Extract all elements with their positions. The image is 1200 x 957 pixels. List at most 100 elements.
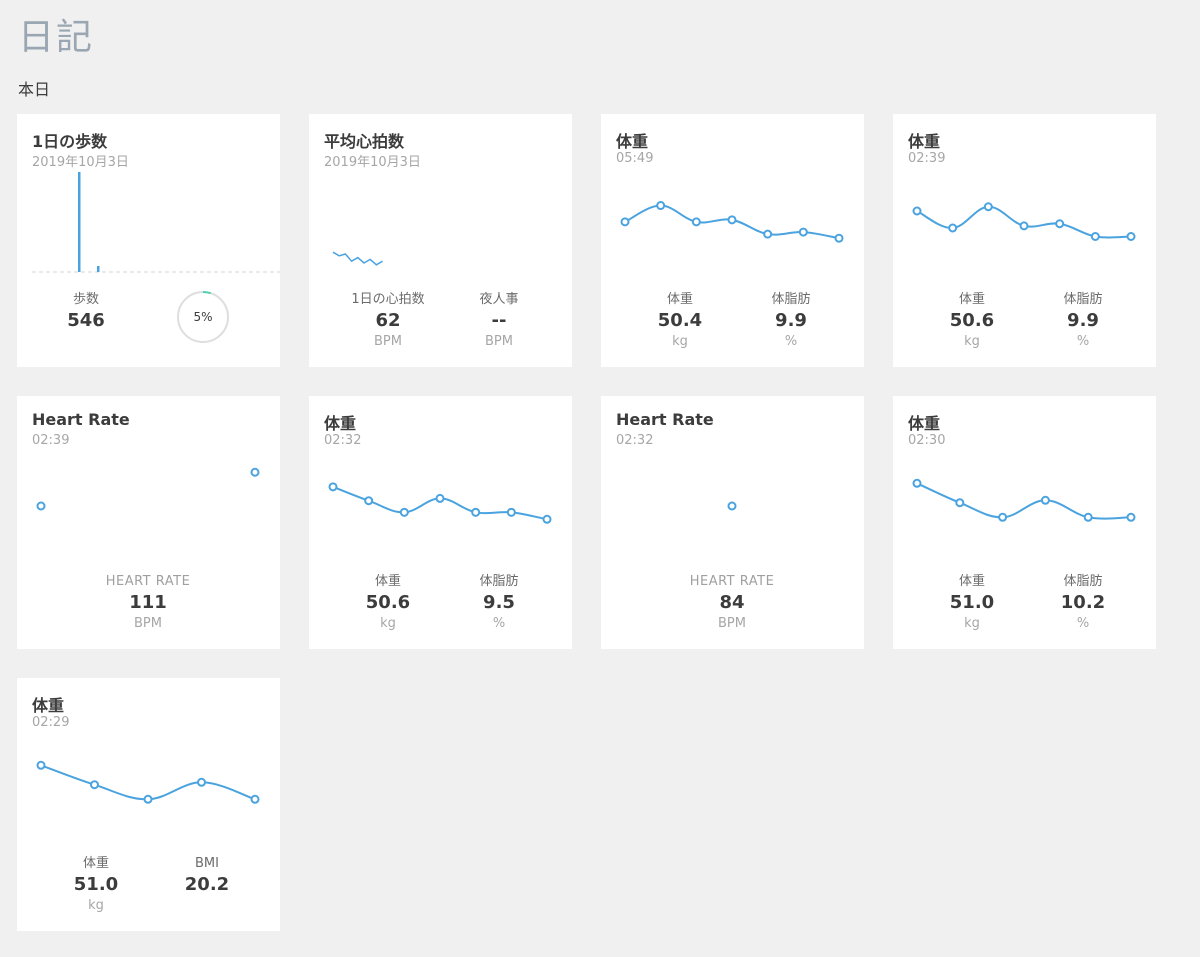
metric-unit: kg (672, 334, 688, 349)
card-title: 体重 (32, 696, 65, 715)
metric-value: 50.6 (365, 592, 411, 613)
heart-rate-line (332, 251, 383, 266)
weight-point (143, 794, 153, 804)
metric-unit: BPM (134, 616, 162, 631)
weight-point (1126, 232, 1136, 241)
metric-label: 体重 (666, 292, 693, 307)
card-weight[interactable]: 体重 02:39 体重 50.6 kg 体脂肪 9.9% (893, 114, 1156, 367)
weight-point (691, 217, 701, 227)
metric-unit: kg (380, 616, 396, 631)
card-chart (32, 172, 280, 273)
weight-point (399, 507, 409, 517)
metric: 体脂肪 10.2% (1023, 573, 1143, 633)
goal-percent: 5% (193, 310, 213, 324)
card-steps[interactable]: 1日の歩数 2019年10月3日 歩数 546 5% (17, 114, 280, 367)
card-subtitle: 02:29 (32, 715, 70, 730)
card-title: 体重 (324, 414, 357, 433)
metric-label: 体重 (374, 574, 401, 589)
weight-point (798, 227, 808, 237)
card-chart (620, 201, 844, 243)
weight-point (471, 507, 481, 517)
weight-point (656, 201, 666, 211)
weight-point (1055, 219, 1065, 229)
card-title: Heart Rate (32, 410, 130, 429)
metric-value: -- (491, 310, 507, 331)
card-title: 体重 (616, 132, 649, 151)
metric-label: 1日の心拍数 (351, 292, 425, 307)
weight-line (40, 764, 256, 801)
card-chart (332, 251, 383, 266)
weight-point (1019, 221, 1029, 231)
metric: 体脂肪 9.9% (731, 291, 851, 351)
metric: 夜人事 -- BPM (439, 291, 559, 351)
weight-point (912, 478, 922, 488)
card-chart (36, 467, 260, 511)
metric: 体重 50.4 kg (620, 291, 740, 351)
weight-point (542, 514, 552, 524)
card-weight-bmi[interactable]: 体重 02:29 体重 51.0 kg BMI 20.2 (17, 678, 280, 931)
metric-value: 9.9 (775, 310, 807, 331)
metric-unit: kg (88, 898, 104, 913)
weight-point (1090, 232, 1100, 241)
metric-label: 体脂肪 (771, 292, 811, 307)
metric: HEART RATE 111 BPM (88, 573, 208, 633)
metric-unit: % (492, 616, 506, 631)
metric-value: 546 (67, 310, 105, 331)
metric-value: 51.0 (949, 592, 995, 613)
weight-point (912, 206, 922, 216)
metric: HEART RATE 84 BPM (672, 573, 792, 633)
metric: 体重 51.0 kg (912, 573, 1032, 633)
card-heart-avg[interactable]: 平均心拍数 2019年10月3日 1日の心拍数 62 BPM 夜人事 -- BPM (309, 114, 572, 367)
metric-value: 84 (719, 592, 745, 613)
weight-point (983, 202, 993, 212)
weight-point (948, 223, 958, 233)
card-weight[interactable]: 体重 02:30 体重 51.0 kg 体脂肪 10.2% (893, 396, 1156, 649)
card-title: 1日の歩数 (32, 132, 108, 151)
metric: 歩数 546 (26, 291, 146, 333)
card-heart[interactable]: Heart Rate 02:39 HEART RATE 111 BPM (17, 396, 280, 649)
metric-label: 体重 (82, 856, 109, 871)
weight-point (955, 498, 965, 508)
weight-point (197, 777, 206, 787)
metric-value: 20.2 (184, 874, 230, 895)
metric: 体重 51.0 kg (36, 855, 156, 915)
card-subtitle: 02:39 (32, 433, 70, 448)
metric-unit: BPM (485, 334, 513, 349)
metric-label: 体脂肪 (1063, 292, 1103, 307)
card-chart (727, 501, 737, 511)
metric-label: 歩数 (72, 292, 99, 307)
metric: 1日の心拍数 62 BPM (328, 291, 448, 351)
metric-label: 体脂肪 (479, 574, 519, 589)
metric-value: 9.9 (1067, 310, 1099, 331)
card-weight[interactable]: 体重 05:49 体重 50.4 kg 体脂肪 9.9% (601, 114, 864, 367)
weight-point (90, 780, 99, 790)
metric-label: 体重 (958, 574, 985, 589)
card-weight[interactable]: 体重 02:32 体重 50.6 kg 体脂肪 9.5% (309, 396, 572, 649)
steps-bar (97, 266, 100, 272)
weight-line (916, 482, 1132, 520)
heart-rate-point (250, 467, 260, 477)
metric: 体脂肪 9.9% (1023, 291, 1143, 351)
card-subtitle: 02:30 (908, 433, 946, 448)
weight-point (998, 512, 1008, 522)
page-title: 日記 (18, 17, 95, 58)
card-chart (912, 202, 1136, 241)
card-title: 体重 (908, 414, 941, 433)
weight-point (620, 217, 630, 227)
card-title: Heart Rate (616, 410, 714, 429)
weight-point (250, 794, 260, 804)
metric-label: 体重 (958, 292, 985, 307)
metric: 体重 50.6 kg (912, 291, 1032, 351)
card-heart[interactable]: Heart Rate 02:32 HEART RATE 84 BPM (601, 396, 864, 649)
metric-value: 51.0 (73, 874, 119, 895)
card-subtitle: 02:32 (324, 433, 362, 448)
metric-value: 50.4 (657, 310, 703, 331)
card-subtitle: 02:39 (908, 151, 946, 166)
weight-point (1083, 512, 1093, 522)
weight-point (364, 496, 374, 506)
weight-point (834, 233, 844, 243)
section-label-today: 本日 (18, 80, 51, 99)
metric-value: 62 (375, 310, 401, 331)
weight-point (36, 760, 46, 770)
weight-point (1126, 512, 1136, 522)
